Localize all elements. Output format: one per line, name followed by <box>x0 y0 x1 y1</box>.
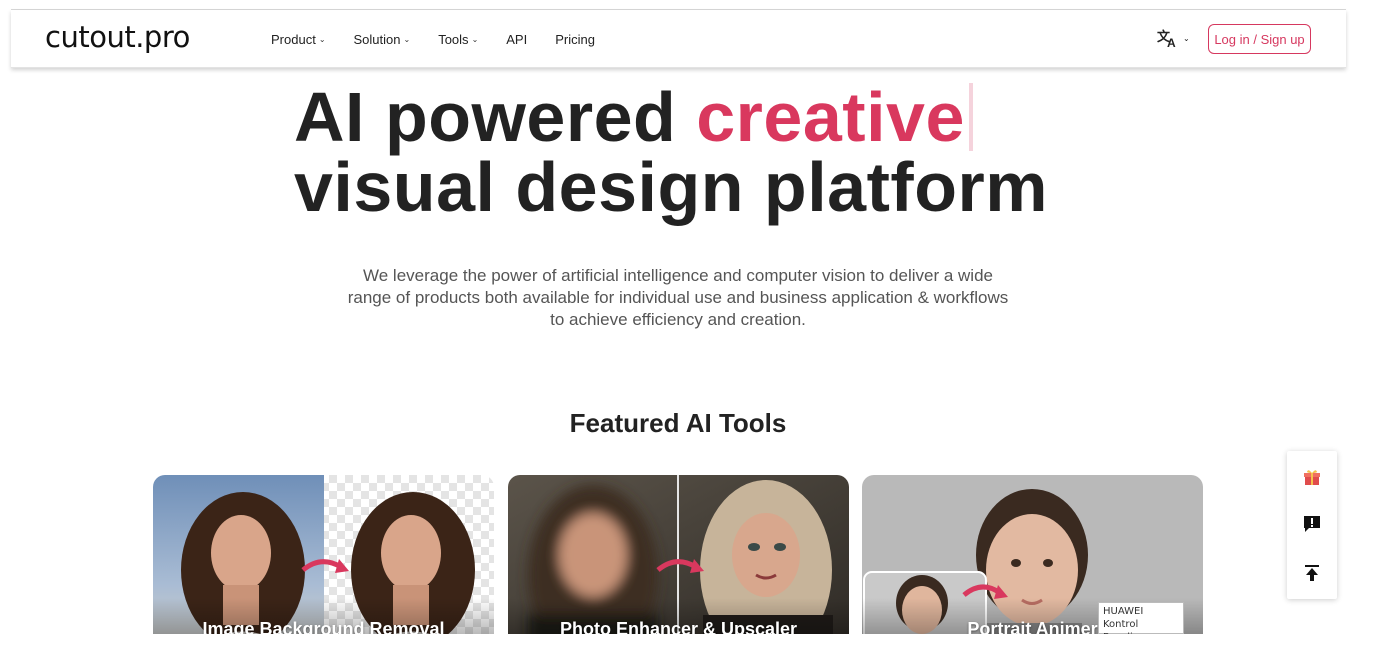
chevron-down-icon: ⌄ <box>318 34 326 44</box>
back-to-top-button[interactable] <box>1287 553 1337 593</box>
gift-icon <box>1304 470 1320 485</box>
nav-label: Tools <box>438 31 469 47</box>
hero-description: We leverage the power of artificial inte… <box>347 266 1009 329</box>
translate-icon: 文 A <box>1157 29 1176 48</box>
page: cutout.pro Product ⌄ Solution ⌄ Tools ⌄ … <box>0 0 1380 658</box>
svg-text:A: A <box>1167 36 1176 48</box>
login-signup-button[interactable]: Log in / Sign up <box>1208 24 1311 54</box>
hero-title-part1: AI powered <box>294 78 697 156</box>
hero-title: AI powered creative visual design platfo… <box>294 82 1094 222</box>
feedback-icon <box>1304 516 1320 532</box>
floating-action-bar <box>1287 451 1337 599</box>
gift-button[interactable] <box>1287 457 1337 497</box>
nav-label: Product <box>271 31 316 47</box>
tool-card-background-removal[interactable]: Image Background Removal <box>153 475 494 658</box>
chevron-down-icon: ⌄ <box>403 34 411 44</box>
language-switcher[interactable]: 文 A ⌄ <box>1157 28 1190 48</box>
viewport-bottom <box>0 634 1380 658</box>
nav-solution[interactable]: Solution ⌄ <box>354 32 411 47</box>
nav-product[interactable]: Product ⌄ <box>271 32 326 47</box>
site-header: cutout.pro Product ⌄ Solution ⌄ Tools ⌄ … <box>11 10 1346 68</box>
nav-label: Pricing <box>555 31 595 47</box>
tool-card-photo-enhancer[interactable]: Photo Enhancer & Upscaler <box>508 475 849 658</box>
nav-pricing[interactable]: Pricing <box>555 32 595 47</box>
chevron-down-icon: ⌄ <box>471 34 479 44</box>
typing-cursor <box>968 83 973 151</box>
tooltip-line1: HUAWEI Kontrol <box>1103 606 1144 630</box>
nav-tools[interactable]: Tools ⌄ <box>438 32 478 47</box>
featured-tools-heading: Featured AI Tools <box>569 408 787 438</box>
hero-title-line2: visual design platform <box>294 148 1048 226</box>
back-to-top-icon <box>1305 565 1319 581</box>
feedback-button[interactable] <box>1287 504 1337 544</box>
site-logo[interactable]: cutout.pro <box>45 20 190 54</box>
nav-api[interactable]: API <box>506 32 527 47</box>
chevron-down-icon: ⌄ <box>1183 33 1190 43</box>
nav-label: API <box>506 31 528 47</box>
hero-title-accent: creative <box>696 78 965 156</box>
main-nav: Product ⌄ Solution ⌄ Tools ⌄ API Pricing <box>271 10 623 68</box>
system-tooltip: HUAWEI Kontrol Paneli <box>1098 602 1184 643</box>
nav-label: Solution <box>353 31 401 47</box>
